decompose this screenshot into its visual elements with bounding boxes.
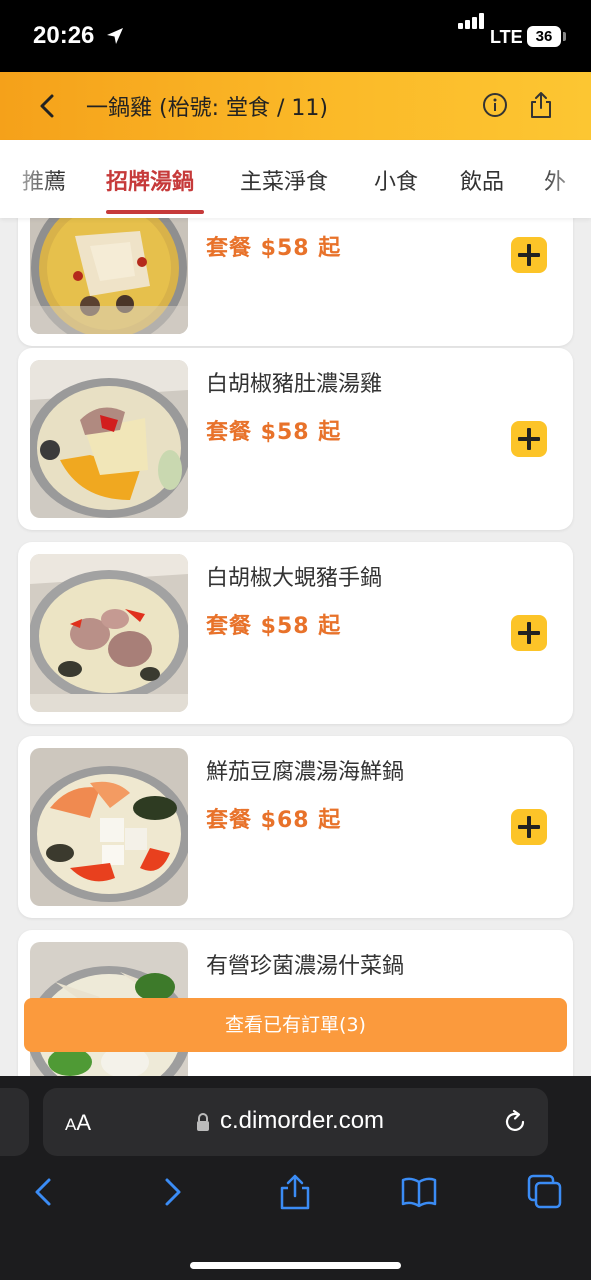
view-orders-button[interactable]: 查看已有訂單(3) [24, 998, 567, 1052]
battery-tip [563, 32, 566, 41]
category-tabs: 推薦 招牌湯鍋 主菜淨食 小食 飲品 外 [0, 140, 591, 218]
reload-icon[interactable] [501, 1108, 529, 1136]
url-text: c.dimorder.com [220, 1107, 385, 1134]
menu-item-card[interactable]: 白胡椒大蜆豬手鍋 套餐 $58 起 [18, 542, 573, 724]
tab-drinks[interactable]: 飲品 [460, 164, 504, 196]
tab-fade [541, 140, 591, 218]
aa-small: A [65, 1115, 77, 1134]
menu-list: 套餐 $58 起 白胡椒豬肚濃湯雞 套餐 $58 起 白胡椒大蜆豬手鍋 套餐 $… [0, 218, 591, 1076]
browser-toolbar: AA c.dimorder.com [0, 1076, 591, 1280]
dish-price: 套餐 $68 起 [206, 808, 342, 833]
dish-image [30, 360, 188, 518]
dish-image [30, 554, 188, 712]
add-icon[interactable] [511, 237, 547, 273]
app-header: 一鍋雞 (枱號: 堂食 / 11) [0, 72, 591, 140]
share-icon[interactable] [277, 1174, 313, 1210]
status-bar: 20:26 LTE 36 [0, 0, 591, 72]
menu-item-card[interactable]: 套餐 $58 起 [18, 218, 573, 346]
page-title: 一鍋雞 (枱號: 堂食 / 11) [86, 96, 328, 121]
lock-icon [197, 1113, 209, 1131]
chevron-left-icon[interactable] [32, 89, 66, 123]
share-icon[interactable] [527, 90, 555, 120]
battery-level: 36 [535, 28, 553, 45]
tab-signature-hotpot[interactable]: 招牌湯鍋 [106, 164, 194, 196]
address-bar[interactable]: AA c.dimorder.com [43, 1088, 548, 1156]
menu-item-card[interactable]: 鮮茄豆腐濃湯海鮮鍋 套餐 $68 起 [18, 736, 573, 918]
network-type: LTE [490, 27, 523, 47]
active-tab-indicator [106, 210, 204, 214]
dish-name: 白胡椒豬肚濃湯雞 [206, 372, 383, 397]
add-icon[interactable] [511, 615, 547, 651]
dish-name: 有營珍菌濃湯什菜鍋 [206, 954, 405, 979]
tab-fade [0, 140, 60, 218]
dish-name: 白胡椒大蜆豬手鍋 [206, 566, 383, 591]
aa-large: A [76, 1110, 92, 1135]
info-icon[interactable] [482, 92, 508, 118]
page-settings-button[interactable]: AA [65, 1110, 91, 1136]
dish-image [30, 218, 188, 334]
add-icon[interactable] [511, 421, 547, 457]
tabs-icon[interactable] [527, 1174, 563, 1210]
location-arrow-icon [107, 28, 123, 44]
back-icon[interactable] [26, 1174, 62, 1210]
dish-price: 套餐 $58 起 [206, 236, 342, 261]
home-indicator [190, 1262, 401, 1269]
bookmarks-icon[interactable] [401, 1174, 437, 1210]
dish-image [30, 748, 188, 906]
previous-tab-preview[interactable] [0, 1088, 29, 1156]
add-icon[interactable] [511, 809, 547, 845]
menu-item-card[interactable]: 白胡椒豬肚濃湯雞 套餐 $58 起 [18, 348, 573, 530]
tab-snacks[interactable]: 小食 [374, 164, 418, 196]
forward-icon[interactable] [154, 1174, 190, 1210]
tab-main-dishes[interactable]: 主菜淨食 [240, 164, 328, 196]
battery-icon: 36 [527, 26, 561, 47]
dish-price: 套餐 $58 起 [206, 420, 342, 445]
dish-price: 套餐 $58 起 [206, 614, 342, 639]
status-time: 20:26 [33, 22, 95, 49]
dish-name: 鮮茄豆腐濃湯海鮮鍋 [206, 760, 405, 785]
